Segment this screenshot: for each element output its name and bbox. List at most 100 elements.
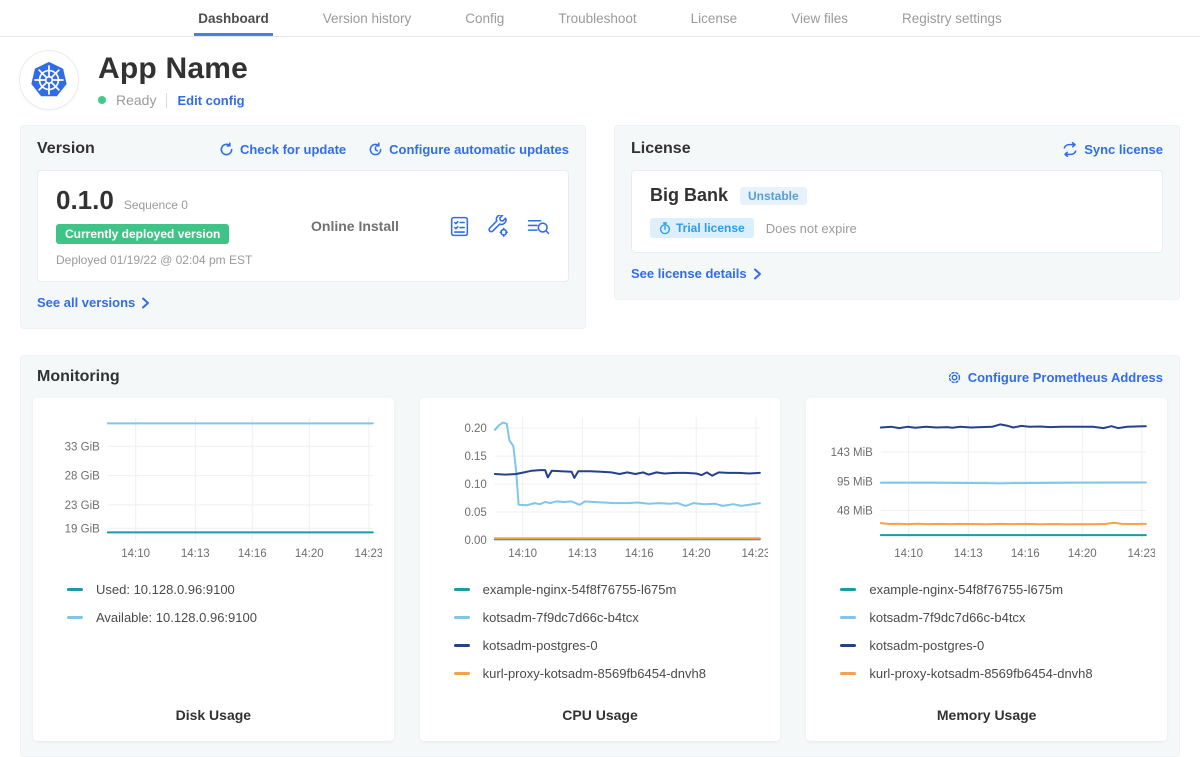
app-title: App Name	[98, 52, 248, 86]
legend-swatch	[67, 588, 83, 591]
svg-text:48 MiB: 48 MiB	[837, 505, 873, 517]
sync-license-link[interactable]: Sync license	[1062, 142, 1163, 157]
tab-version-history[interactable]: Version history	[319, 3, 416, 36]
trial-license-badge: Trial license	[650, 218, 754, 238]
preflight-checks-icon[interactable]	[448, 215, 471, 238]
version-card-title: Version	[37, 140, 95, 158]
configure-prometheus-label: Configure Prometheus Address	[968, 370, 1163, 385]
svg-text:14:13: 14:13	[568, 548, 597, 560]
legend-label: kotsadm-7f9dc7d66c-b4tcx	[483, 610, 639, 625]
deployed-timestamp: Deployed 01/19/22 @ 02:04 pm EST	[56, 253, 311, 267]
top-navigation: Dashboard Version history Config Trouble…	[0, 0, 1200, 37]
legend-item: kotsadm-postgres-0	[840, 638, 1155, 653]
svg-text:14:20: 14:20	[682, 548, 711, 560]
svg-text:19 GiB: 19 GiB	[65, 523, 100, 535]
cpu-usage-chart-card: 14:1014:1314:1614:2014:230.000.050.100.1…	[420, 398, 781, 741]
svg-text:95 MiB: 95 MiB	[837, 477, 873, 489]
tab-config[interactable]: Config	[461, 3, 508, 36]
see-all-versions-label: See all versions	[37, 295, 135, 310]
tab-dashboard[interactable]: Dashboard	[194, 3, 273, 36]
tab-view-files[interactable]: View files	[787, 3, 852, 36]
legend-label: kotsadm-postgres-0	[869, 638, 984, 653]
svg-text:143 MiB: 143 MiB	[831, 447, 874, 459]
legend-item: kotsadm-postgres-0	[454, 638, 769, 653]
see-license-details-link[interactable]: See license details	[631, 266, 762, 281]
legend-swatch	[67, 616, 83, 619]
cpu-usage-chart: 14:1014:1314:1614:2014:230.000.050.100.1…	[432, 410, 769, 570]
current-version-panel: 0.1.0 Sequence 0 Currently deployed vers…	[37, 170, 569, 282]
legend-label: kotsadm-postgres-0	[483, 638, 598, 653]
chevron-right-icon	[141, 297, 150, 309]
stopwatch-icon	[659, 222, 671, 235]
legend-label: kurl-proxy-kotsadm-8569fb6454-dnvh8	[869, 666, 1092, 681]
svg-text:0.20: 0.20	[464, 423, 486, 435]
svg-text:33 GiB: 33 GiB	[65, 441, 100, 453]
chevron-right-icon	[753, 268, 762, 280]
sync-arrows-icon	[1062, 142, 1078, 157]
memory-usage-chart: 14:1014:1314:1614:2014:2348 MiB95 MiB143…	[818, 410, 1155, 570]
license-panel: Big Bank Unstable Trial license Does not…	[631, 170, 1163, 253]
svg-text:14:23: 14:23	[1128, 548, 1155, 560]
svg-text:14:20: 14:20	[295, 548, 324, 560]
svg-text:14:13: 14:13	[181, 548, 210, 560]
svg-text:14:16: 14:16	[625, 548, 654, 560]
svg-text:14:16: 14:16	[1011, 548, 1040, 560]
svg-text:14:13: 14:13	[954, 548, 983, 560]
memory-usage-chart-card: 14:1014:1314:1614:2014:2348 MiB95 MiB143…	[806, 398, 1167, 741]
divider	[166, 93, 167, 108]
svg-text:0.05: 0.05	[464, 507, 486, 519]
legend-label: kotsadm-7f9dc7d66c-b4tcx	[869, 610, 1025, 625]
tab-troubleshoot[interactable]: Troubleshoot	[554, 3, 640, 36]
legend-item: Available: 10.128.0.96:9100	[67, 610, 382, 625]
svg-text:14:10: 14:10	[895, 548, 924, 560]
legend-label: example-nginx-54f8f76755-l675m	[869, 582, 1063, 597]
svg-text:0.15: 0.15	[464, 451, 486, 463]
configure-automatic-updates-link[interactable]: Configure automatic updates	[368, 142, 569, 157]
deployed-badge: Currently deployed version	[56, 224, 229, 244]
legend-swatch	[454, 672, 470, 675]
edit-config-link[interactable]: Edit config	[177, 93, 244, 108]
legend-swatch	[840, 644, 856, 647]
legend-item: kotsadm-7f9dc7d66c-b4tcx	[840, 610, 1155, 625]
legend-item: Used: 10.128.0.96:9100	[67, 582, 382, 597]
disk-usage-legend: Used: 10.128.0.96:9100 Available: 10.128.…	[45, 582, 382, 625]
kubernetes-logo-icon	[20, 51, 78, 109]
check-for-update-link[interactable]: Check for update	[219, 142, 346, 157]
configure-wrench-icon[interactable]	[487, 215, 510, 238]
chart-title: Disk Usage	[45, 707, 382, 727]
version-sequence: Sequence 0	[124, 198, 188, 212]
clock-refresh-icon	[368, 142, 383, 157]
see-license-details-label: See license details	[631, 266, 747, 281]
tab-license[interactable]: License	[687, 3, 742, 36]
configure-automatic-updates-label: Configure automatic updates	[389, 142, 569, 157]
tab-registry-settings[interactable]: Registry settings	[898, 3, 1006, 36]
license-card-title: License	[631, 140, 691, 158]
monitoring-title: Monitoring	[37, 368, 120, 386]
app-header: App Name Ready Edit config	[20, 51, 1180, 109]
refresh-icon	[219, 142, 234, 157]
channel-badge: Unstable	[740, 187, 807, 205]
legend-swatch	[840, 588, 856, 591]
check-for-update-label: Check for update	[240, 142, 346, 157]
chart-title: CPU Usage	[432, 707, 769, 727]
view-logs-icon[interactable]	[526, 215, 550, 238]
version-number: 0.1.0	[56, 185, 114, 216]
gear-icon	[947, 370, 962, 385]
legend-item: kurl-proxy-kotsadm-8569fb6454-dnvh8	[454, 666, 769, 681]
legend-label: example-nginx-54f8f76755-l675m	[483, 582, 677, 597]
legend-item: kurl-proxy-kotsadm-8569fb6454-dnvh8	[840, 666, 1155, 681]
disk-usage-chart-card: 14:1014:1314:1614:2014:2319 GiB23 GiB28 …	[33, 398, 394, 741]
svg-text:14:10: 14:10	[508, 548, 537, 560]
see-all-versions-link[interactable]: See all versions	[37, 295, 150, 310]
svg-text:14:23: 14:23	[741, 548, 768, 560]
memory-usage-legend: example-nginx-54f8f76755-l675m kotsadm-7f…	[818, 582, 1155, 681]
monitoring-section: Monitoring Configure Prometheus Address …	[20, 355, 1180, 757]
sync-license-label: Sync license	[1084, 142, 1163, 157]
legend-swatch	[454, 616, 470, 619]
disk-usage-chart: 14:1014:1314:1614:2014:2319 GiB23 GiB28 …	[45, 410, 382, 570]
chart-title: Memory Usage	[818, 707, 1155, 727]
configure-prometheus-link[interactable]: Configure Prometheus Address	[947, 370, 1163, 385]
svg-text:0.00: 0.00	[464, 535, 486, 547]
legend-item: example-nginx-54f8f76755-l675m	[454, 582, 769, 597]
license-customer-name: Big Bank	[650, 185, 728, 206]
